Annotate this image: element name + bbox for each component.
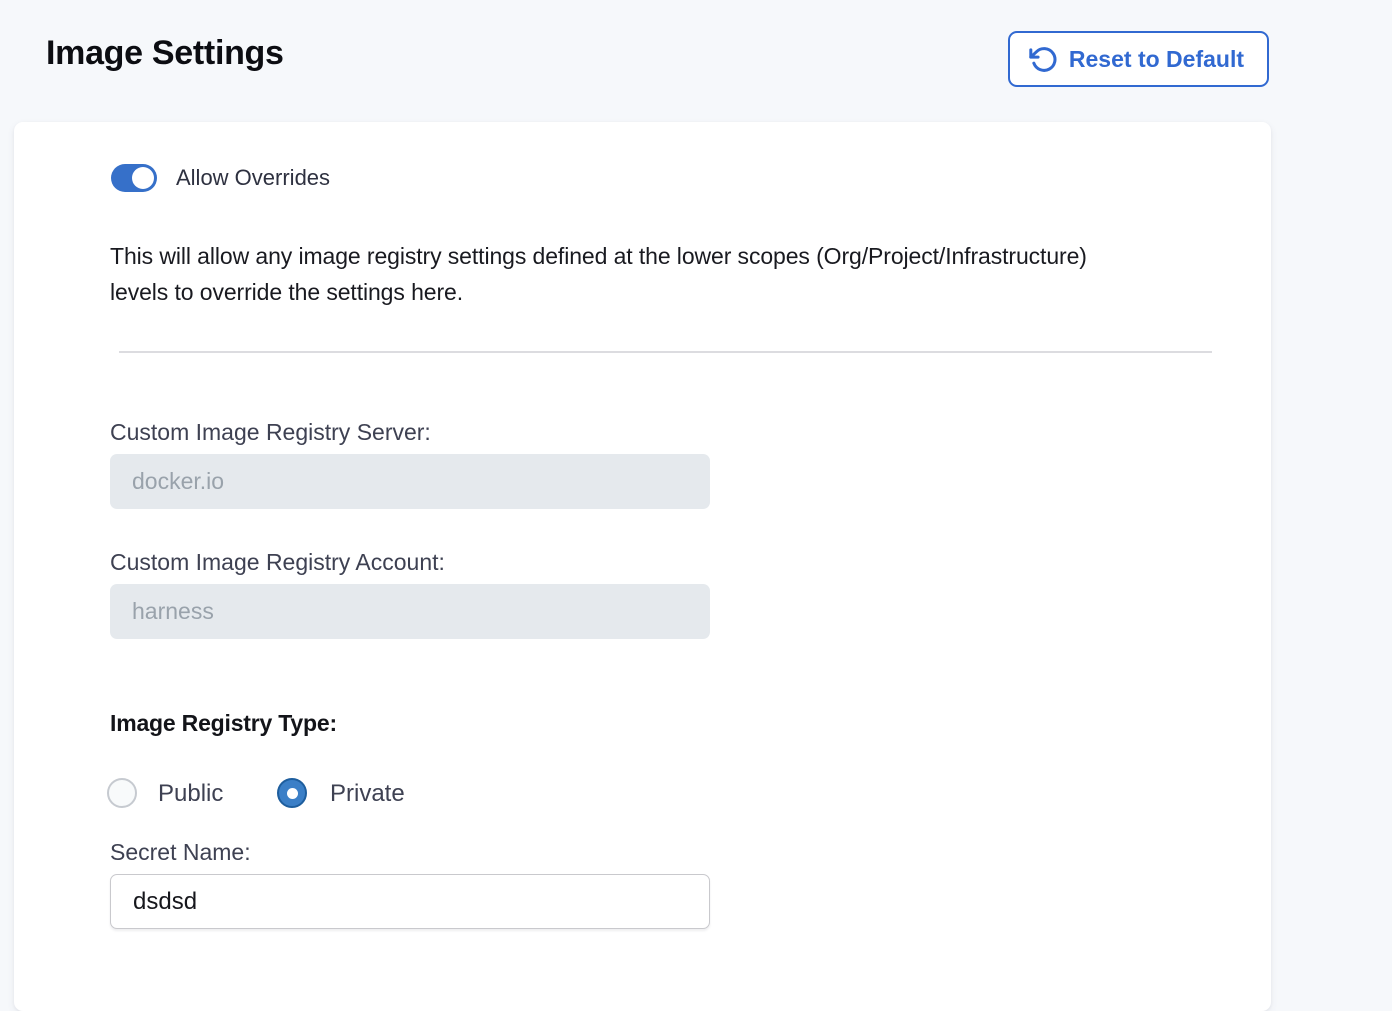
- allow-overrides-row: Allow Overrides: [111, 164, 330, 192]
- image-settings-page: Image Settings Reset to Default Allow Ov…: [0, 0, 1392, 991]
- settings-card: Allow Overrides This will allow any imag…: [14, 122, 1271, 1011]
- registry-server-input[interactable]: [110, 454, 710, 509]
- radio-public-label[interactable]: Public: [158, 779, 223, 809]
- secret-name-input[interactable]: [110, 874, 710, 929]
- overrides-description: This will allow any image registry setti…: [110, 238, 1087, 310]
- radio-private[interactable]: [277, 778, 307, 808]
- reset-counterclockwise-icon: [1029, 45, 1058, 74]
- registry-account-label: Custom Image Registry Account:: [110, 549, 445, 576]
- radio-public[interactable]: [107, 778, 137, 808]
- registry-type-label: Image Registry Type:: [110, 710, 337, 737]
- registry-account-input[interactable]: [110, 584, 710, 639]
- page-title: Image Settings: [46, 34, 284, 73]
- toggle-knob: [132, 167, 154, 189]
- description-line-1: This will allow any image registry setti…: [110, 238, 1087, 274]
- allow-overrides-label: Allow Overrides: [176, 165, 330, 191]
- allow-overrides-toggle[interactable]: [111, 164, 157, 192]
- description-line-2: levels to override the settings here.: [110, 274, 1087, 310]
- section-divider: [119, 351, 1212, 353]
- radio-private-label[interactable]: Private: [330, 779, 405, 809]
- secret-name-label: Secret Name:: [110, 839, 251, 866]
- reset-to-default-button[interactable]: Reset to Default: [1008, 31, 1269, 87]
- reset-button-label: Reset to Default: [1069, 46, 1244, 73]
- registry-server-label: Custom Image Registry Server:: [110, 419, 431, 446]
